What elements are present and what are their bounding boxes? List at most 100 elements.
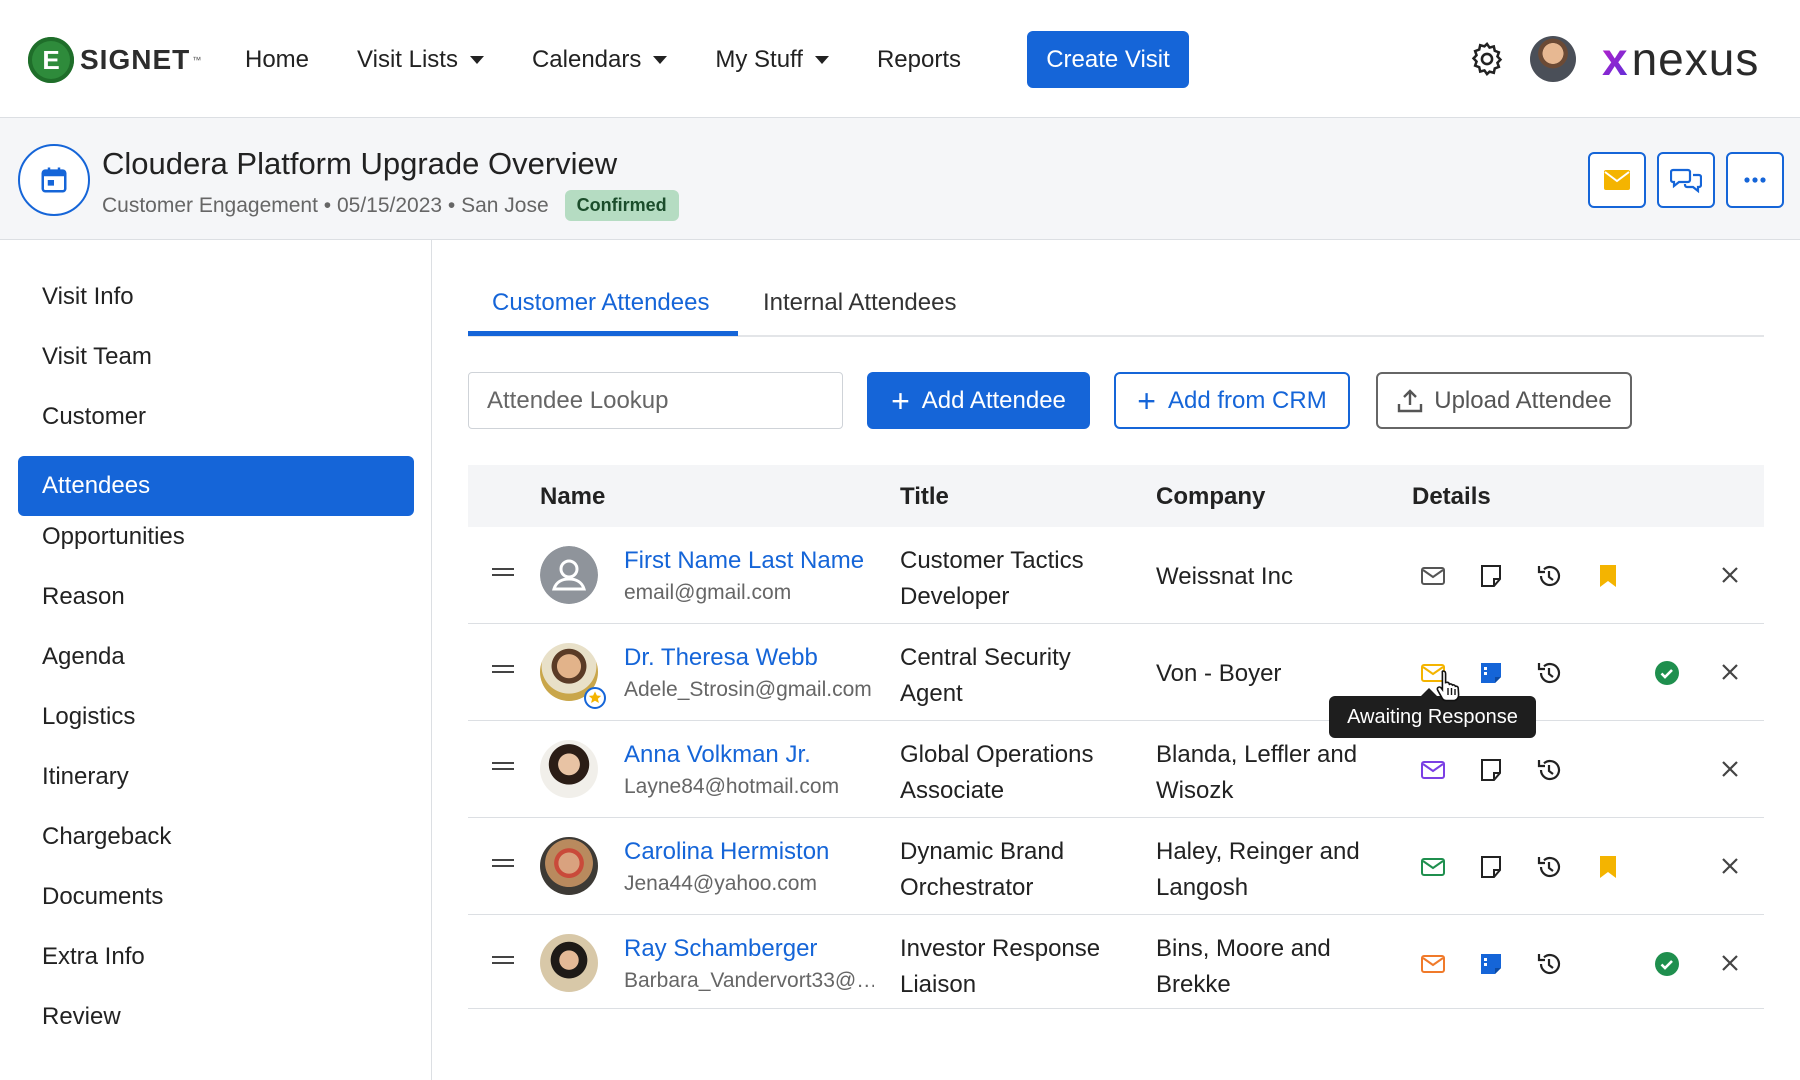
note-filled-icon[interactable]	[1478, 951, 1504, 977]
email-button[interactable]	[1588, 152, 1646, 208]
column-header-details: Details	[1412, 483, 1491, 510]
visit-meta: Customer Engagement • 05/15/2023 • San J…	[102, 190, 679, 221]
visit-header: Cloudera Platform Upgrade Overview Custo…	[0, 118, 1800, 240]
history-icon[interactable]	[1536, 757, 1562, 783]
avatar	[540, 837, 598, 895]
nexus-logo-text: nexus	[1631, 33, 1760, 85]
drag-handle-icon[interactable]	[492, 956, 514, 964]
history-icon[interactable]	[1536, 854, 1562, 880]
nav-visit-lists-label: Visit Lists	[357, 46, 458, 73]
attendee-company: Von - Boyer	[1156, 660, 1282, 687]
close-icon[interactable]	[1718, 854, 1742, 878]
nav-calendars[interactable]: Calendars	[532, 46, 668, 74]
user-avatar[interactable]	[1530, 36, 1576, 82]
envelope-icon[interactable]	[1420, 951, 1446, 977]
nexus-logo-mark: x	[1602, 33, 1628, 85]
trademark-symbol: ™	[192, 55, 202, 65]
close-icon[interactable]	[1718, 660, 1742, 684]
sidebar-item-opportunities[interactable]: Opportunities	[18, 507, 414, 567]
sidebar-item-chargeback[interactable]: Chargeback	[18, 807, 414, 867]
sidebar-item-itinerary[interactable]: Itinerary	[18, 747, 414, 807]
attendee-lookup-input[interactable]	[468, 372, 843, 429]
bookmark-icon[interactable]	[1595, 563, 1621, 589]
nav-reports-label: Reports	[876, 46, 961, 73]
attendee-company: Bins, Moore and Brekke	[1156, 935, 1331, 998]
nexus-logo: x nexus	[1602, 34, 1759, 84]
envelope-icon[interactable]	[1420, 757, 1446, 783]
person-placeholder-icon	[540, 546, 598, 604]
nav-my-stuff-label: My Stuff	[715, 46, 803, 73]
sidebar-item-extra-info[interactable]: Extra Info	[18, 927, 414, 987]
note-filled-icon[interactable]	[1478, 660, 1504, 686]
nav-home[interactable]: Home	[245, 46, 309, 74]
attendee-name-link[interactable]: Anna Volkman Jr.	[624, 741, 811, 769]
history-icon[interactable]	[1536, 563, 1562, 589]
tab-customer-attendees[interactable]: Customer Attendees	[492, 289, 709, 317]
attendee-title: Customer Tactics Developer	[900, 547, 1084, 610]
attendee-email: Layne84@hotmail.com	[624, 775, 840, 798]
table-row: Carolina Hermiston Jena44@yahoo.com Dyna…	[468, 818, 1764, 915]
nav-my-stuff[interactable]: My Stuff	[715, 46, 829, 74]
attendee-email: Barbara_Vandervort33@…	[624, 969, 874, 992]
column-header-name[interactable]: Name	[540, 483, 605, 511]
column-header-company[interactable]: Company	[1156, 483, 1265, 511]
sidebar-item-visit-team[interactable]: Visit Team	[18, 327, 414, 387]
plus-icon: +	[891, 382, 910, 419]
signet-logo[interactable]: E SIGNET ™	[28, 36, 201, 84]
add-attendee-label: Add Attendee	[921, 386, 1066, 414]
attendee-email: Jena44@yahoo.com	[624, 872, 817, 895]
drag-handle-icon[interactable]	[492, 762, 514, 770]
sidebar-item-customer[interactable]: Customer	[18, 387, 414, 447]
sidebar-item-review[interactable]: Review	[18, 987, 414, 1047]
signet-logo-text: SIGNET	[80, 44, 191, 75]
close-icon[interactable]	[1718, 951, 1742, 975]
envelope-icon[interactable]	[1420, 563, 1446, 589]
nav-home-label: Home	[245, 46, 310, 73]
close-icon[interactable]	[1718, 757, 1742, 781]
drag-handle-icon[interactable]	[492, 665, 514, 673]
add-attendee-button[interactable]: + Add Attendee	[867, 372, 1090, 429]
status-badge: Confirmed	[564, 190, 679, 221]
note-icon[interactable]	[1478, 854, 1504, 880]
chevron-down-icon	[469, 56, 484, 64]
attendee-name-link[interactable]: Carolina Hermiston	[624, 838, 829, 866]
create-visit-button[interactable]: Create Visit	[1027, 31, 1189, 88]
drag-handle-icon[interactable]	[492, 859, 514, 867]
sidebar-item-logistics[interactable]: Logistics	[18, 687, 414, 747]
note-icon[interactable]	[1478, 563, 1504, 589]
drag-handle-icon[interactable]	[492, 568, 514, 576]
upload-icon	[1398, 388, 1423, 412]
plus-icon: +	[1137, 382, 1156, 419]
attendee-name-link[interactable]: Ray Schamberger	[624, 935, 817, 963]
attendee-company: Weissnat Inc	[1156, 563, 1293, 590]
attendee-company: Haley, Reinger and Langosh	[1156, 838, 1360, 901]
attendee-name-link[interactable]: Dr. Theresa Webb	[624, 644, 818, 672]
note-icon[interactable]	[1478, 757, 1504, 783]
column-header-title[interactable]: Title	[900, 483, 949, 511]
attendee-title: Global Operations Associate	[900, 741, 1094, 804]
upload-attendee-label: Upload Attendee	[1434, 386, 1612, 414]
envelope-icon[interactable]	[1420, 854, 1446, 880]
envelope-icon	[1604, 170, 1630, 190]
bookmark-icon[interactable]	[1595, 854, 1621, 880]
add-from-crm-label: Add from CRM	[1167, 386, 1327, 414]
sidebar-item-documents[interactable]: Documents	[18, 867, 414, 927]
history-icon[interactable]	[1536, 660, 1562, 686]
tab-internal-attendees[interactable]: Internal Attendees	[763, 289, 956, 317]
sidebar-item-reason[interactable]: Reason	[18, 567, 414, 627]
attendee-name-link[interactable]: First Name Last Name	[624, 547, 864, 575]
attendee-title: Investor Response Liaison	[900, 935, 1101, 998]
attendee-tabs: Customer Attendees Internal Attendees	[468, 275, 1764, 337]
sidebar-item-visit-info[interactable]: Visit Info	[18, 267, 414, 327]
sidebar-item-agenda[interactable]: Agenda	[18, 627, 414, 687]
close-icon[interactable]	[1718, 563, 1742, 587]
nav-reports[interactable]: Reports	[877, 46, 961, 74]
gear-icon[interactable]	[1468, 40, 1506, 78]
history-icon[interactable]	[1536, 951, 1562, 977]
nav-visit-lists[interactable]: Visit Lists	[357, 46, 484, 74]
more-options-button[interactable]	[1726, 152, 1784, 208]
chat-button[interactable]	[1657, 152, 1715, 208]
upload-attendee-button[interactable]: Upload Attendee	[1376, 372, 1632, 429]
page-title: Cloudera Platform Upgrade Overview	[102, 146, 618, 181]
add-from-crm-button[interactable]: + Add from CRM	[1114, 372, 1350, 429]
